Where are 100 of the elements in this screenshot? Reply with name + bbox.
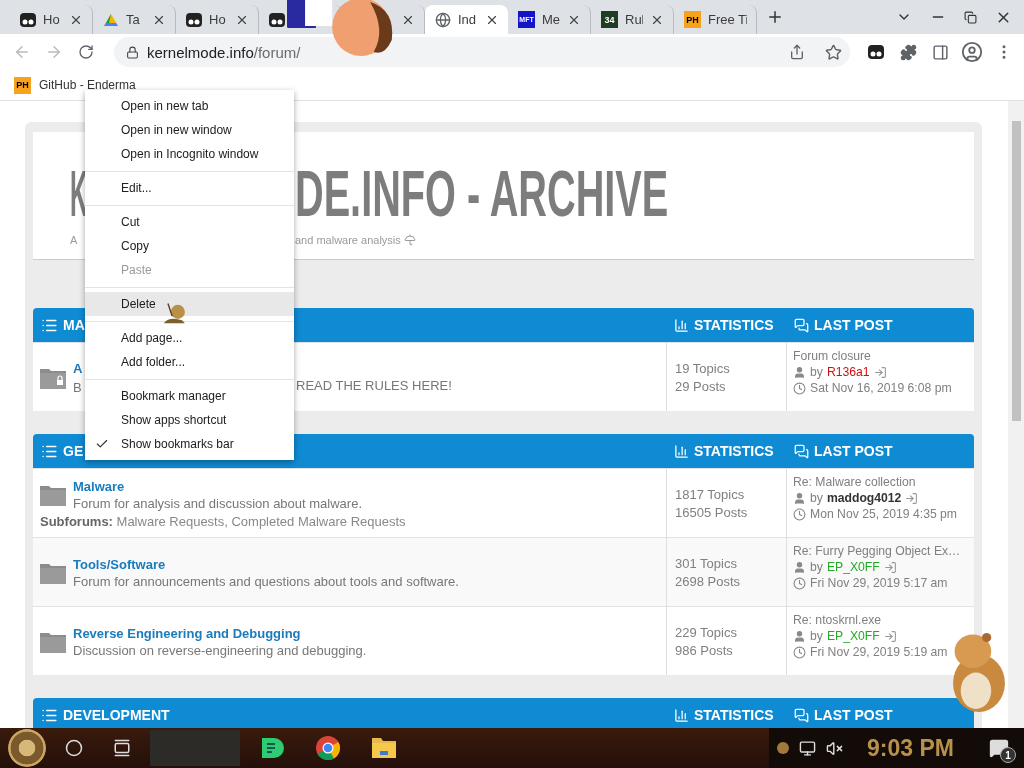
forum-link[interactable]: Reverse Engineering and Debugging (73, 626, 367, 641)
search-circle-icon[interactable] (65, 739, 83, 757)
browser-tab[interactable]: Ta (93, 5, 176, 34)
forum-description: B (73, 379, 82, 395)
topics-count: 19 Topics (675, 360, 731, 376)
menu-item[interactable]: Bookmark manager (85, 384, 294, 408)
tab-title: Ta (126, 12, 141, 27)
go-to-post-icon[interactable] (883, 560, 897, 574)
menu-item[interactable]: Open in Incognito window (85, 142, 294, 166)
category-title[interactable]: DEVELOPMENT (63, 707, 170, 723)
share-icon[interactable] (789, 44, 805, 60)
by-label: by (810, 560, 823, 574)
user-icon (793, 560, 806, 574)
last-post-title[interactable]: Forum closure (793, 349, 970, 363)
browser-tab[interactable]: Ind (425, 5, 508, 34)
column-heading: STATISTICS (694, 443, 774, 459)
category-title[interactable]: GE (63, 443, 84, 459)
menu-item[interactable]: Open in new tab (85, 94, 294, 118)
author-link[interactable]: maddog4012 (826, 491, 902, 505)
scrollbar[interactable] (1008, 101, 1024, 728)
bar-chart-icon (674, 317, 689, 333)
posts-count: 986 Posts (675, 642, 734, 658)
forum-description: Discussion on reverse-engineering and debugging. (73, 643, 367, 658)
reload-icon[interactable] (78, 44, 94, 60)
bar-chart-icon (674, 443, 689, 459)
tab-title: Ind (458, 12, 478, 27)
chat-icon (794, 443, 809, 459)
clock-icon (793, 645, 806, 659)
clock-icon (793, 576, 806, 590)
bar-chart-icon (674, 707, 689, 723)
go-to-post-icon[interactable] (883, 629, 897, 643)
tab-title: Ho (209, 12, 227, 27)
post-date: Mon Nov 25, 2019 4:35 pm (810, 507, 958, 521)
column-heading: LAST POST (814, 317, 893, 333)
forum-link[interactable]: Malware (73, 479, 363, 494)
column-heading: LAST POST (814, 443, 893, 459)
clock-text[interactable]: 9:03 PM (867, 734, 954, 762)
snail-drawing (162, 302, 188, 326)
category-title[interactable]: MA (63, 317, 85, 333)
restore-icon[interactable] (964, 10, 977, 24)
column-heading: LAST POST (814, 707, 893, 723)
column-heading: STATISTICS (694, 707, 774, 723)
go-to-post-icon[interactable] (873, 365, 887, 379)
network-icon[interactable] (799, 739, 817, 757)
post-date: Fri Nov 29, 2019 5:17 am (810, 576, 948, 590)
forum-link[interactable]: Tools/Software (73, 557, 459, 572)
menu-item[interactable]: Show bookmarks bar (85, 432, 294, 456)
menu-item[interactable]: Open in new window (85, 118, 294, 142)
url-text: kernelmode.info/forum/ (147, 43, 302, 61)
address-bar[interactable]: kernelmode.info/forum/ (114, 37, 850, 67)
lock-icon (126, 45, 139, 59)
forum-description: Forum for announcements and questions about tools and software. (73, 574, 459, 589)
umbrella-icon (403, 234, 416, 246)
bookmark-star-icon[interactable] (825, 43, 842, 61)
posts-count: 29 Posts (675, 378, 727, 394)
tab-title: Me (542, 12, 560, 27)
posts-count: 16505 Posts (675, 504, 749, 520)
browser-tab[interactable]: Ho (176, 5, 259, 34)
bookmark-link[interactable]: GitHub - Enderma (39, 78, 136, 92)
tab-title: Ho (43, 12, 61, 27)
browser-tab[interactable]: Ho (10, 5, 93, 34)
user-icon (793, 365, 806, 379)
last-post-title[interactable]: Re: Malware collection (793, 475, 970, 489)
by-label: by (810, 365, 823, 379)
tab-title: Rul (625, 12, 643, 27)
menu-item[interactable]: Show apps shortcut (85, 408, 294, 432)
last-post-title[interactable]: Re: ntoskrnl.exe (793, 613, 970, 627)
author-link[interactable]: R136a1 (826, 365, 870, 379)
profile-icon[interactable] (961, 41, 983, 63)
topics-count: 301 Topics (675, 555, 738, 571)
posts-count: 2698 Posts (675, 573, 742, 589)
two-circles-icon (20, 11, 36, 28)
menu-item[interactable]: Copy (85, 234, 294, 258)
last-post-title[interactable]: Re: Furry Pegging Object Ex… (793, 544, 970, 558)
volume-muted-icon[interactable] (826, 739, 844, 757)
notifications-button[interactable]: 1 (984, 733, 1014, 763)
by-label: by (810, 491, 823, 505)
task-view-icon[interactable] (113, 739, 131, 757)
extensions-icon[interactable] (899, 43, 917, 61)
new-tab-icon[interactable] (766, 8, 784, 26)
go-to-post-icon[interactable] (905, 491, 919, 505)
side-panel-icon[interactable] (931, 43, 949, 61)
forum-description: Forum for analysis and discussion about malware. (73, 496, 363, 511)
browser-tab[interactable]: 34 Rul (591, 5, 674, 34)
user-icon (793, 491, 806, 505)
column-heading: STATISTICS (694, 317, 774, 333)
menu-item[interactable]: Add page... (85, 326, 294, 350)
menu-item[interactable]: Add folder... (85, 350, 294, 374)
by-label: by (810, 629, 823, 643)
browser-tab[interactable]: PH Free Ti (674, 5, 757, 34)
chat-icon (794, 317, 809, 333)
site-tagline: A (70, 234, 78, 246)
clock-icon (793, 507, 806, 521)
menu-item[interactable]: Edit... (85, 176, 294, 200)
tab-title: Free Ti (708, 12, 747, 27)
start-button[interactable] (8, 729, 46, 767)
menu-item[interactable]: Cut (85, 210, 294, 234)
subforums-text: Subforums: Malware Requests, Completed Malware Requests (40, 514, 407, 529)
extension-icon[interactable] (868, 44, 884, 60)
menu-item[interactable]: Delete (85, 292, 294, 316)
